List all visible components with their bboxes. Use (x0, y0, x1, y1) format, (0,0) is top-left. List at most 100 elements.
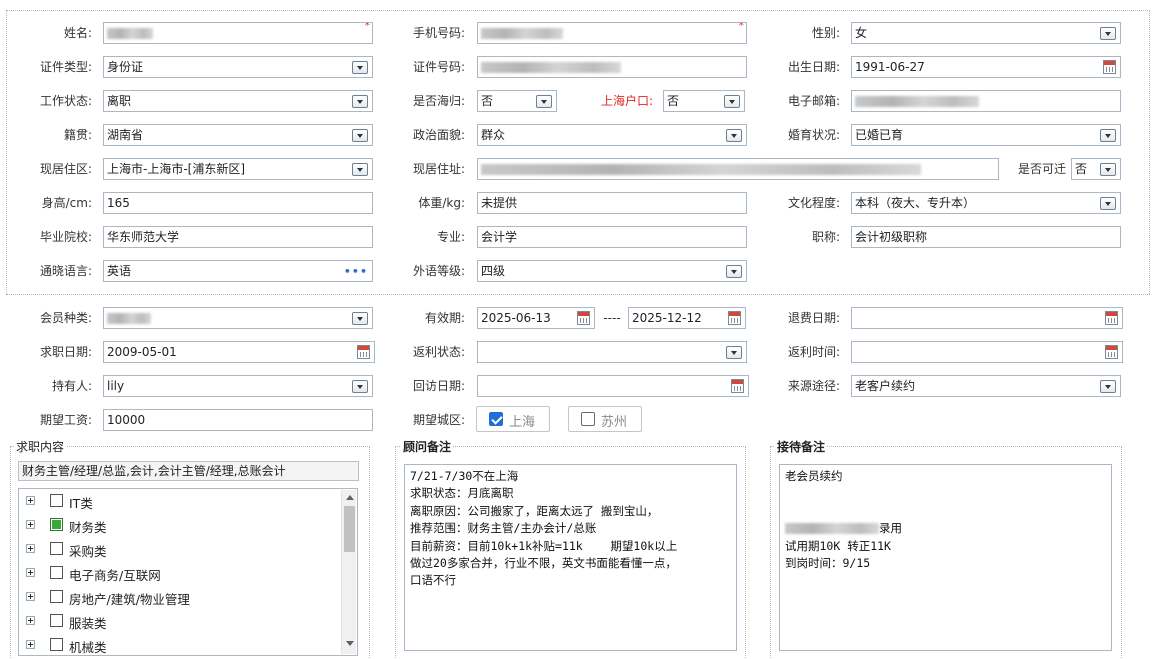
education-select[interactable]: 本科（夜大、专升本） (851, 192, 1121, 214)
note-line: 试用期10K 转正11K (785, 538, 891, 553)
chevron-down-icon[interactable] (536, 95, 552, 108)
checkbox-partial-icon[interactable] (50, 518, 63, 531)
tree-node-machinery[interactable]: 机械类 (19, 633, 339, 655)
expand-icon[interactable] (26, 496, 35, 505)
expand-icon[interactable] (26, 544, 35, 553)
chevron-down-icon[interactable] (724, 95, 740, 108)
job-date-field[interactable]: 2009-05-01 (103, 341, 375, 363)
calendar-icon[interactable] (357, 345, 370, 359)
city-option-suzhou[interactable]: 苏州 (568, 406, 642, 432)
validity-from-field[interactable]: 2025-06-13 (477, 307, 595, 329)
tree-node-ecommerce[interactable]: 电子商务/互联网 (19, 561, 339, 585)
political-status-label: 政治面貌: (412, 128, 465, 142)
name-field[interactable]: * (103, 22, 373, 44)
calendar-icon[interactable] (731, 379, 744, 393)
section-divider (6, 294, 1150, 295)
scroll-up-icon[interactable] (346, 495, 354, 500)
checkbox-icon[interactable] (50, 638, 63, 651)
member-type-label: 会员种类: (39, 311, 92, 325)
political-status-select[interactable]: 群众 (477, 124, 747, 146)
current-address-field[interactable] (477, 158, 999, 180)
chevron-down-icon[interactable] (726, 346, 742, 359)
more-options-icon[interactable]: ••• (344, 266, 368, 277)
tree-node-apparel[interactable]: 服装类 (19, 609, 339, 633)
validity-to-field[interactable]: 2025-12-12 (628, 307, 746, 329)
foreign-level-value: 四级 (481, 264, 506, 278)
checkbox-icon[interactable] (50, 614, 63, 627)
expand-icon[interactable] (26, 616, 35, 625)
chevron-down-icon[interactable] (726, 129, 742, 142)
gender-select[interactable]: 女 (851, 22, 1121, 44)
checkbox-icon[interactable] (50, 494, 63, 507)
salary-field[interactable]: 10000 (103, 409, 373, 431)
email-field[interactable] (851, 90, 1121, 112)
language-field[interactable]: 英语 ••• (103, 260, 373, 282)
chevron-down-icon[interactable] (352, 61, 368, 74)
reception-notes-textarea[interactable]: 老会员续约 录用 试用期10K 转正11K 到岗时间：9/15 (779, 464, 1112, 651)
native-place-select[interactable]: 湖南省 (103, 124, 373, 146)
checkbox-icon[interactable] (50, 566, 63, 579)
language-value: 英语 (107, 264, 132, 278)
returnee-select[interactable]: 否 (477, 90, 557, 112)
checkbox-checked-icon[interactable] (489, 412, 503, 426)
expand-icon[interactable] (26, 640, 35, 649)
chevron-down-icon[interactable] (1100, 129, 1116, 142)
chevron-down-icon[interactable] (352, 95, 368, 108)
weight-field[interactable]: 未提供 (477, 192, 747, 214)
expand-icon[interactable] (26, 592, 35, 601)
chevron-down-icon[interactable] (352, 312, 368, 325)
tree-node-finance[interactable]: 财务类 (19, 513, 339, 537)
refund-date-field[interactable] (851, 307, 1123, 329)
scroll-thumb[interactable] (344, 506, 355, 552)
current-area-select[interactable]: 上海市-上海市-[浦东新区] (103, 158, 373, 180)
tree-scrollbar[interactable] (341, 490, 356, 654)
visit-date-field[interactable] (477, 375, 749, 397)
rebate-status-select[interactable] (477, 341, 747, 363)
job-category-tree[interactable]: IT类 财务类 采购类 电子商务/互联网 房地产/建筑/物业管理 服装类 机械类 (18, 488, 358, 656)
work-status-label: 工作状态: (39, 94, 92, 108)
scroll-down-icon[interactable] (346, 641, 354, 646)
rebate-time-field[interactable] (851, 341, 1123, 363)
chevron-down-icon[interactable] (1100, 163, 1116, 176)
chevron-down-icon[interactable] (726, 265, 742, 278)
calendar-icon[interactable] (1103, 60, 1116, 74)
tree-node-purchasing[interactable]: 采购类 (19, 537, 339, 561)
checkbox-icon[interactable] (581, 412, 595, 426)
chevron-down-icon[interactable] (1100, 197, 1116, 210)
expand-icon[interactable] (26, 520, 35, 529)
advisor-notes-textarea[interactable]: 7/21-7/30不在上海 求职状态：月底离职 离职原因：公司搬家了，距离太远了 搬… (404, 464, 737, 651)
shanghai-hukou-select[interactable]: 否 (663, 90, 745, 112)
tree-node-realestate[interactable]: 房地产/建筑/物业管理 (19, 585, 339, 609)
id-type-select[interactable]: 身份证 (103, 56, 373, 78)
calendar-icon[interactable] (1105, 345, 1118, 359)
chevron-down-icon[interactable] (352, 380, 368, 393)
member-type-select[interactable] (103, 307, 373, 329)
chevron-down-icon[interactable] (352, 129, 368, 142)
id-number-field[interactable] (477, 56, 747, 78)
chevron-down-icon[interactable] (1100, 27, 1116, 40)
foreign-level-select[interactable]: 四级 (477, 260, 747, 282)
source-select[interactable]: 老客户续约 (851, 375, 1121, 397)
checkbox-icon[interactable] (50, 590, 63, 603)
marital-status-select[interactable]: 已婚已育 (851, 124, 1121, 146)
city-option-shanghai[interactable]: 上海 (476, 406, 550, 432)
phone-field[interactable]: * (477, 22, 747, 44)
note-line: 到岗时间：9/15 (785, 556, 871, 571)
work-status-select[interactable]: 离职 (103, 90, 373, 112)
school-field[interactable]: 华东师范大学 (103, 226, 373, 248)
calendar-icon[interactable] (728, 311, 741, 325)
birth-date-field[interactable]: 1991-06-27 (851, 56, 1121, 78)
major-field[interactable]: 会计学 (477, 226, 747, 248)
calendar-icon[interactable] (577, 311, 590, 325)
title-field[interactable]: 会计初级职称 (851, 226, 1121, 248)
checkbox-icon[interactable] (50, 542, 63, 555)
height-field[interactable]: 165 (103, 192, 373, 214)
chevron-down-icon[interactable] (1100, 380, 1116, 393)
holder-select[interactable]: lily (103, 375, 373, 397)
validity-separator: ---- (603, 311, 621, 325)
tree-node-it[interactable]: IT类 (19, 489, 339, 513)
chevron-down-icon[interactable] (352, 163, 368, 176)
relocatable-select[interactable]: 否 (1071, 158, 1121, 180)
calendar-icon[interactable] (1105, 311, 1118, 325)
expand-icon[interactable] (26, 568, 35, 577)
